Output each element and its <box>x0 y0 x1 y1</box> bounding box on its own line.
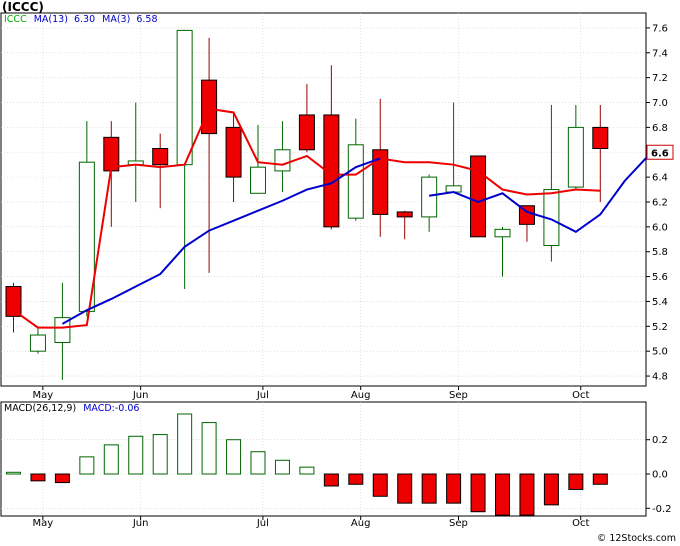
candle-body <box>298 114 315 151</box>
y-tick-label: 5.6 <box>652 272 668 283</box>
macd-bar <box>274 459 290 475</box>
macd-x-tick-label: Aug <box>351 518 371 529</box>
legend-ma3: MA(3) <box>102 14 131 25</box>
macd-bar <box>103 444 119 475</box>
macd-bar <box>348 473 364 485</box>
y-tick-label: 5.8 <box>652 247 668 258</box>
main-legend: ICCC MA(13) 6.30 MA(3) 6.58 <box>4 14 158 25</box>
y-tick-label: 7.0 <box>652 98 668 109</box>
macd-bar <box>323 473 339 487</box>
candle-body <box>152 148 169 166</box>
macd-y-tick-label: -0.2 <box>652 504 672 515</box>
macd-x-tick-label: Jun <box>132 518 149 529</box>
watermark: © 12Stocks.com <box>596 533 676 544</box>
macd-bar <box>446 473 462 504</box>
y-tick-label: 4.8 <box>652 372 668 383</box>
macd-legend-value: MACD:-0.06 <box>83 403 140 414</box>
candle-body <box>250 166 266 194</box>
macd-bar <box>201 422 217 475</box>
macd-x-tick-label: Jul <box>256 518 269 529</box>
macd-bar <box>177 413 193 475</box>
macd-bar <box>519 473 535 516</box>
macd-bar <box>568 473 584 490</box>
y-tick-label: 5.0 <box>652 347 668 358</box>
macd-bar <box>592 473 608 485</box>
macd-legend-label: MACD(26,12,9) <box>4 403 77 414</box>
candle-body <box>592 126 609 150</box>
y-tick-label: 5.4 <box>652 297 668 308</box>
candle-body <box>470 155 487 238</box>
y-tick-label: 7.6 <box>652 23 668 34</box>
y-tick-label: 5.2 <box>652 322 668 333</box>
candle-body <box>274 149 291 172</box>
macd-x-tick-label: Oct <box>572 518 589 529</box>
chart-title: (ICCC) <box>2 0 44 14</box>
macd-y-tick-label: 0.2 <box>652 435 668 446</box>
x-tick-label: Jun <box>132 390 149 401</box>
legend-ma3-value: 6.58 <box>136 14 158 25</box>
x-tick-label: Oct <box>572 390 589 401</box>
y-tick-label: 6.4 <box>652 173 668 184</box>
macd-bar <box>79 456 95 475</box>
macd-bar <box>495 473 510 516</box>
candle-body <box>421 176 438 218</box>
macd-bar <box>250 451 266 475</box>
y-tick-label: 6.0 <box>652 222 668 233</box>
legend-ma13-value: 6.30 <box>73 14 96 25</box>
macd-bar <box>30 473 46 482</box>
candle-body <box>225 126 242 178</box>
macd-bar <box>470 473 486 513</box>
macd-bar <box>226 439 242 475</box>
macd-bar <box>6 471 21 475</box>
x-tick-label: Sep <box>449 390 468 401</box>
y-tick-label: 7.2 <box>652 73 668 84</box>
x-tick-label: Jul <box>256 390 269 401</box>
macd-bar <box>54 473 70 484</box>
candle-body <box>567 126 584 188</box>
macd-bar <box>372 473 388 497</box>
candle-body <box>201 79 218 135</box>
x-tick-label: May <box>32 390 53 401</box>
macd-x-tick-label: Sep <box>449 518 468 529</box>
candle-body <box>494 228 511 238</box>
macd-bar <box>421 473 437 504</box>
candle-body <box>29 334 46 352</box>
macd-bar <box>128 435 144 475</box>
candle-body <box>396 211 413 218</box>
y-tick-label: 6.2 <box>652 197 668 208</box>
y-tick-label: 7.4 <box>652 48 668 59</box>
current-price-label: 6.6 <box>651 148 669 159</box>
macd-y-tick-label: 0.0 <box>652 470 668 481</box>
stock-chart: 4.8 5.0 5.2 5.4 5.6 5.8 6.0 6.2 6.4 6.6 6.8 7.0 7.2 7… <box>0 12 674 529</box>
macd-x-tick-label: May <box>32 518 53 529</box>
x-tick-label: Aug <box>351 390 371 401</box>
legend-ma13: MA(13) <box>33 14 68 25</box>
candle-body <box>347 144 364 219</box>
macd-bar <box>299 466 315 475</box>
candle-body <box>176 29 193 166</box>
legend-ticker: ICCC <box>4 14 27 25</box>
y-tick-label: 6.8 <box>652 123 668 134</box>
candle-body <box>5 286 22 317</box>
macd-bar <box>397 473 413 504</box>
macd-bar <box>543 473 559 506</box>
macd-legend: MACD(26,12,9) MACD:-0.06 <box>4 403 139 414</box>
macd-bar <box>152 434 168 475</box>
